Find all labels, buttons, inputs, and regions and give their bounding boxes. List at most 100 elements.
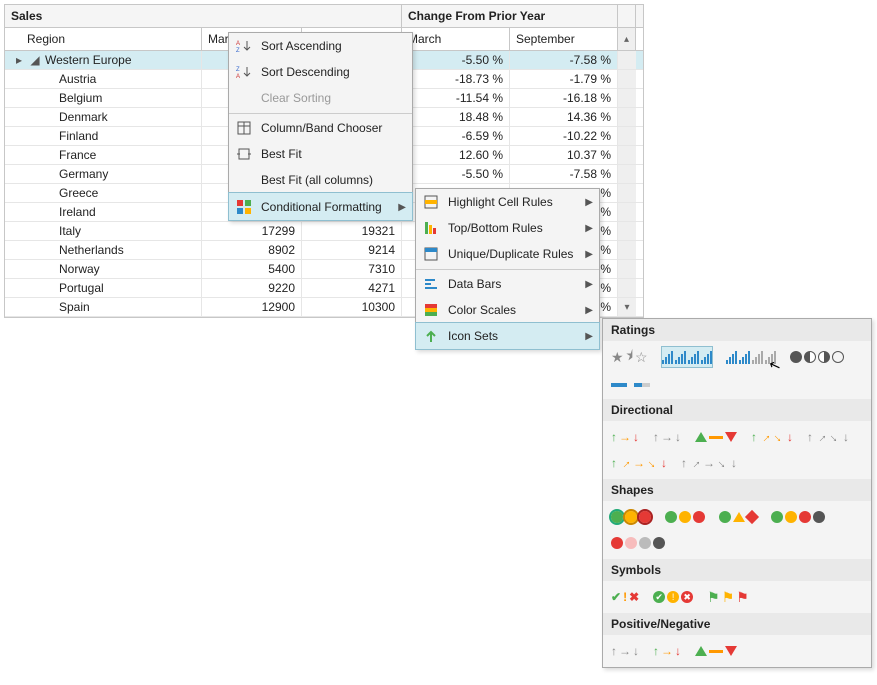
iconset-arrows-4-color[interactable]: ↑→→↓: [751, 427, 793, 447]
iconset-flags[interactable]: ⚑⚑⚑: [707, 587, 749, 607]
scrollbar-track[interactable]: [618, 241, 636, 259]
iconset-red-to-black[interactable]: [611, 533, 665, 553]
color-scales-icon: [422, 302, 440, 318]
gallery-group-directional: Directional: [603, 399, 871, 421]
menu-conditional-formatting[interactable]: Conditional Formatting ▶: [228, 192, 413, 221]
best-fit-icon: [235, 146, 253, 162]
scrollbar-track[interactable]: [618, 222, 636, 240]
iconset-arrows-3-gray[interactable]: ↑→↓: [653, 427, 681, 447]
cell-region: Netherlands: [5, 241, 202, 259]
scroll-down-button[interactable]: ▾: [618, 298, 636, 316]
cell: -18.73 %: [402, 70, 510, 88]
cell: -1.79 %: [510, 70, 618, 88]
conditional-formatting-icon: [235, 199, 253, 215]
scrollbar-track[interactable]: [618, 203, 636, 221]
scrollbar-track[interactable]: [618, 89, 636, 107]
submenu-arrow-icon: ▶: [585, 279, 593, 290]
scrollbar-track[interactable]: [618, 184, 636, 202]
scrollbar-track[interactable]: [618, 108, 636, 126]
unique-duplicate-icon: [422, 246, 440, 262]
menu-color-scales[interactable]: Color Scales ▶: [416, 297, 599, 323]
group-name: Western Europe: [45, 53, 132, 67]
column-context-menu: AZ Sort Ascending ZA Sort Descending Cle…: [228, 32, 413, 221]
cell: 5400: [202, 260, 302, 278]
iconset-traffic-lights-rimmed[interactable]: [611, 507, 651, 527]
iconset-arrows-3-color[interactable]: ↑→↓: [611, 427, 639, 447]
cell-region: Denmark: [5, 108, 202, 126]
blank-icon: [235, 172, 253, 188]
menu-data-bars[interactable]: Data Bars ▶: [416, 269, 599, 297]
iconset-triangles-3[interactable]: [695, 427, 737, 447]
gallery-group-positive-negative: Positive/Negative: [603, 613, 871, 635]
cell: 18.48 %: [402, 108, 510, 126]
menu-unique-duplicate-rules[interactable]: Unique/Duplicate Rules ▶: [416, 241, 599, 267]
menu-column-chooser[interactable]: Column/Band Chooser: [229, 113, 412, 141]
menu-sort-ascending[interactable]: AZ Sort Ascending: [229, 33, 412, 59]
cell: -10.22 %: [510, 127, 618, 145]
blank-icon: [235, 90, 253, 106]
col-header-region[interactable]: Region: [5, 28, 202, 50]
menu-best-fit[interactable]: Best Fit: [229, 141, 412, 167]
iconset-posneg-arrows-color[interactable]: ↑→↓: [653, 641, 681, 661]
iconset-symbols-circled[interactable]: ✔!✖: [653, 587, 693, 607]
cell-region: Italy: [5, 222, 202, 240]
scrollbar-track[interactable]: [618, 51, 636, 69]
svg-text:A: A: [236, 41, 240, 47]
scrollbar-track[interactable]: [618, 165, 636, 183]
scrollbar-track[interactable]: [618, 279, 636, 297]
top-bottom-icon: [422, 220, 440, 236]
submenu-arrow-icon: ▶: [585, 197, 593, 208]
menu-best-fit-all[interactable]: Best Fit (all columns): [229, 167, 412, 193]
iconset-arrows-5-gray[interactable]: ↑→→→↓: [681, 453, 737, 473]
scrollbar-track[interactable]: [618, 70, 636, 88]
menu-icon-sets[interactable]: Icon Sets ▶: [415, 322, 600, 350]
cell: 12.60 %: [402, 146, 510, 164]
iconset-4-traffic-lights[interactable]: [771, 507, 825, 527]
iconset-signs[interactable]: [719, 507, 757, 527]
col-header-sept-change[interactable]: September: [510, 28, 618, 50]
submenu-arrow-icon: ▶: [585, 223, 593, 234]
cell: 12900: [202, 298, 302, 316]
scrollbar-track[interactable]: [618, 146, 636, 164]
band-header-row: Sales Change From Prior Year: [5, 5, 643, 28]
iconset-ratings-blue-bars[interactable]: [662, 347, 712, 367]
iconset-arrows-5-color[interactable]: ↑→→→↓: [611, 453, 667, 473]
submenu-arrow-icon: ▶: [585, 331, 593, 342]
cell-region: Greece: [5, 184, 202, 202]
cell-region: Germany: [5, 165, 202, 183]
svg-text:A: A: [236, 74, 240, 80]
menu-highlight-cell-rules[interactable]: Highlight Cell Rules ▶: [416, 189, 599, 215]
scroll-up-button[interactable]: ▴: [618, 28, 636, 50]
cell: -5.50 %: [402, 165, 510, 183]
iconset-posneg-arrows-gray[interactable]: ↑→↓: [611, 641, 639, 661]
svg-text:Z: Z: [236, 48, 240, 54]
gallery-group-ratings: Ratings: [603, 319, 871, 341]
menu-top-bottom-rules[interactable]: Top/Bottom Rules ▶: [416, 215, 599, 241]
cell: 7310: [302, 260, 402, 278]
band-sales[interactable]: Sales: [5, 5, 402, 27]
scrollbar-track[interactable]: [618, 260, 636, 278]
cell: 9214: [302, 241, 402, 259]
iconset-symbols-uncircled[interactable]: ✔!✖: [611, 587, 639, 607]
col-header-march-change[interactable]: March: [402, 28, 510, 50]
cell-region: Belgium: [5, 89, 202, 107]
band-change[interactable]: Change From Prior Year: [402, 5, 618, 27]
iconset-posneg-triangles[interactable]: [695, 641, 737, 661]
cell-region: Finland: [5, 127, 202, 145]
expand-collapse-icon[interactable]: ◢: [29, 53, 41, 67]
conditional-formatting-submenu: Highlight Cell Rules ▶ Top/Bottom Rules …: [415, 188, 600, 350]
iconset-traffic-lights[interactable]: [665, 507, 705, 527]
scrollbar-track[interactable]: [618, 127, 636, 145]
data-bars-icon: [422, 276, 440, 292]
iconset-arrows-4-gray[interactable]: ↑→→↓: [807, 427, 849, 447]
cell: 10.37 %: [510, 146, 618, 164]
gallery-group-symbols: Symbols: [603, 559, 871, 581]
cell-region: France: [5, 146, 202, 164]
cell-region: Ireland: [5, 203, 202, 221]
cell: 17299: [202, 222, 302, 240]
highlight-rules-icon: [422, 194, 440, 210]
iconset-boxes[interactable]: [611, 373, 650, 393]
iconset-stars[interactable]: ★⯨☆: [611, 347, 648, 367]
menu-sort-descending[interactable]: ZA Sort Descending: [229, 59, 412, 85]
iconset-pie-quarters[interactable]: [790, 347, 844, 367]
